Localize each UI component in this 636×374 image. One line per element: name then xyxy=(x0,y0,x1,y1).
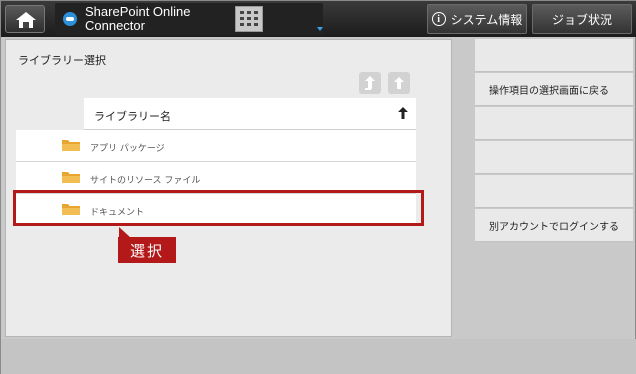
panel-title: ライブラリー選択 xyxy=(18,54,106,67)
column-header[interactable]: ライブラリー名 xyxy=(84,98,416,130)
top-bar: SharePoint Online Connector i システム情報 ジョブ… xyxy=(1,1,636,37)
select-callout: 選択 xyxy=(118,237,176,263)
system-info-label: システム情報 xyxy=(450,12,523,27)
keypad-icon[interactable] xyxy=(235,6,263,32)
folder-icon xyxy=(62,172,80,183)
menu-item-blank-4 xyxy=(475,175,633,208)
cloud-icon xyxy=(63,12,77,26)
job-status-button[interactable]: ジョブ状況 xyxy=(532,4,632,34)
list-item-label: サイトのリソース ファイル xyxy=(90,176,201,186)
menu-item-blank-3 xyxy=(475,141,633,174)
menu-item-login-other-account[interactable]: 別アカウントでログインする xyxy=(475,209,633,242)
menu-item-back-to-operation-select[interactable]: 操作項目の選択画面に戻る xyxy=(475,73,633,106)
selection-highlight xyxy=(13,190,424,226)
info-icon: i xyxy=(431,12,446,26)
list-item-label: アプリ パッケージ xyxy=(90,144,165,154)
app-title-line2: Connector xyxy=(85,18,145,33)
home-icon xyxy=(16,12,36,28)
library-select-panel: ライブラリー選択 ライブラリー名 アプリ パッケージ サイトのリソース ファイル… xyxy=(5,39,452,337)
app-title-line1: SharePoint Online xyxy=(85,4,191,19)
app-selector[interactable]: SharePoint Online Connector xyxy=(55,3,323,35)
app-title: SharePoint Online Connector xyxy=(85,5,225,33)
folder-icon xyxy=(62,140,80,151)
job-status-label: ジョブ状況 xyxy=(551,12,612,27)
menu-item-blank-1 xyxy=(475,39,633,72)
list-item[interactable]: アプリ パッケージ xyxy=(16,130,416,162)
system-info-button[interactable]: i システム情報 xyxy=(427,4,527,34)
dropdown-arrow-icon xyxy=(317,27,323,31)
up-button[interactable] xyxy=(388,72,410,94)
menu-item-blank-2 xyxy=(475,107,633,140)
parent-folder-button[interactable] xyxy=(359,72,381,94)
bottom-bar xyxy=(1,339,636,374)
column-header-label: ライブラリー名 xyxy=(94,110,171,123)
up-arrow-icon xyxy=(394,77,404,89)
up-level-icon xyxy=(365,76,375,90)
sort-up-icon xyxy=(398,107,408,119)
home-button[interactable] xyxy=(5,5,45,33)
